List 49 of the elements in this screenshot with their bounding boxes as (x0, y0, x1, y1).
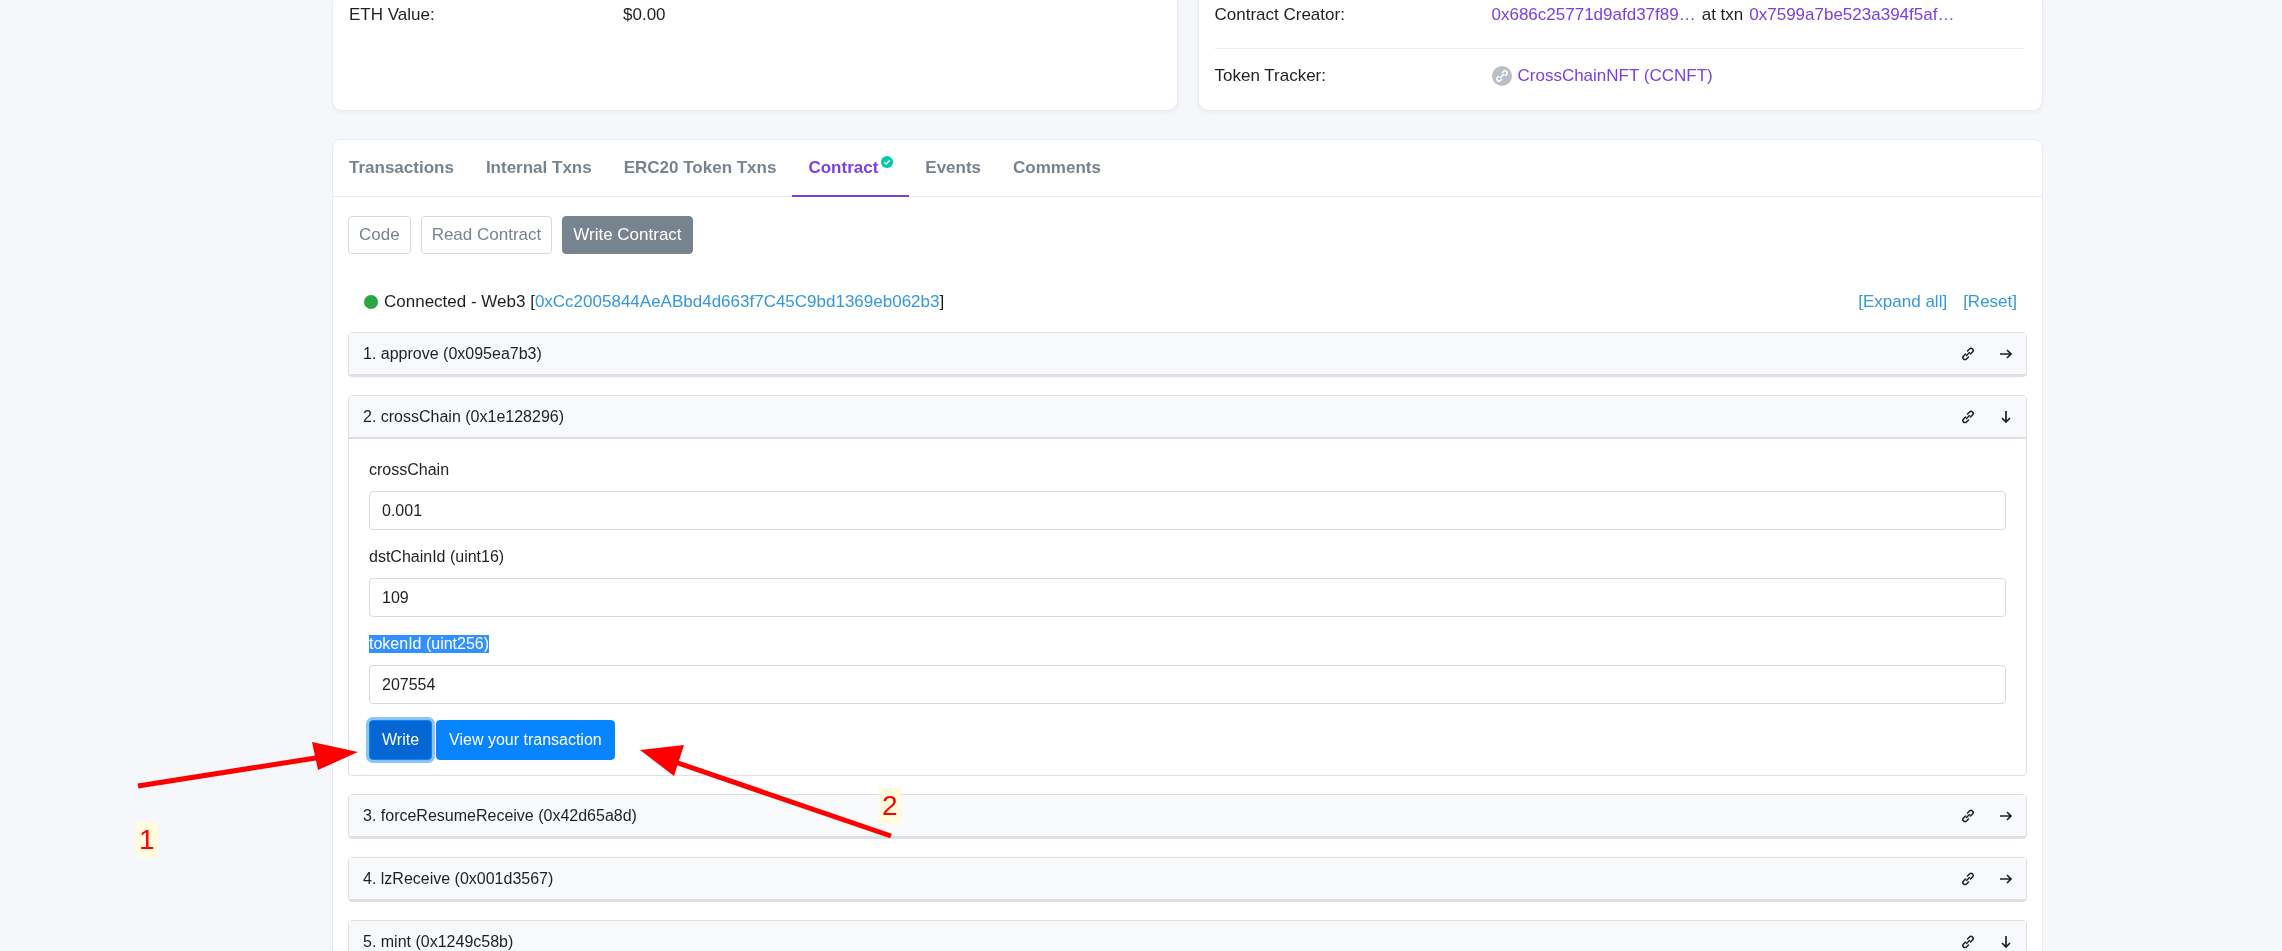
txn-hash-link[interactable]: 0x7599a7be523a394f5af… (1749, 5, 1955, 25)
method-title: 5. mint (0x1249c58b) (363, 932, 514, 951)
sub-tab-button[interactable]: Read Contract (420, 216, 553, 254)
field-label: Contract Creator: (1214, 5, 1346, 25)
arrow-down-icon[interactable] (1998, 408, 2014, 425)
link-icon[interactable] (1960, 408, 1976, 425)
tab[interactable]: Comments (997, 140, 1117, 197)
bracket-text: ] (939, 292, 945, 312)
tab[interactable]: Contract (792, 140, 910, 197)
connection-status: Connected - Web3 [ (384, 292, 535, 312)
arrow-down-icon[interactable] (1998, 933, 2014, 950)
field-value: $0.00 (623, 5, 666, 25)
method-header[interactable]: 2. crossChain (0x1e128296) (349, 396, 2026, 439)
field-label: ETH Value: (349, 5, 436, 25)
field-label: Token Tracker: (1214, 66, 1327, 86)
input-field[interactable]: 109 (369, 578, 2006, 617)
link-icon[interactable] (1960, 807, 1976, 824)
action-button[interactable]: View your transaction (436, 720, 615, 760)
input-label: dstChainId (uint16) (369, 548, 505, 566)
method-title: 2. crossChain (0x1e128296) (363, 407, 564, 426)
expand-all-link[interactable]: [Expand all] (1858, 292, 1948, 312)
method-title: 3. forceResumeReceive (0x42d65a8d) (363, 806, 637, 825)
link-icon[interactable] (1960, 345, 1976, 362)
at-txn-text: at txn (1701, 5, 1744, 25)
wallet-address-link[interactable]: 0xCc2005844AeABbd4d663f7C45C9bd1369eb062b3 (534, 292, 940, 312)
method-header[interactable]: 4. lzReceive (0x001d3567) (349, 858, 2026, 901)
tab[interactable]: Transactions (333, 140, 470, 197)
tab[interactable]: ERC20 Token Txns (607, 140, 793, 197)
input-field[interactable]: 0.001 (369, 491, 2006, 530)
tab[interactable]: Internal Txns (469, 140, 608, 197)
reset-link[interactable]: [Reset] (1963, 292, 2017, 312)
method-header[interactable]: 1. approve (0x095ea7b3) (349, 333, 2026, 376)
token-tracker-link[interactable]: CrossChainNFT (CCNFT) (1517, 66, 1713, 86)
creator-address-link[interactable]: 0x686c25771d9afd37f89… (1491, 5, 1696, 25)
input-label: tokenId (uint256) (369, 635, 490, 653)
input-label: crossChain (369, 461, 450, 479)
method-title: 4. lzReceive (0x001d3567) (363, 869, 554, 888)
method-title: 1. approve (0x095ea7b3) (363, 344, 542, 363)
token-chain-icon (1491, 66, 1512, 86)
link-icon[interactable] (1960, 933, 1976, 950)
annotation-number: 1 (136, 822, 158, 858)
sub-tab-button[interactable]: Write Contract (562, 216, 693, 254)
method-header[interactable]: 5. mint (0x1249c58b) (349, 921, 2026, 951)
tab[interactable]: Events (909, 140, 998, 197)
input-field[interactable]: 207554 (369, 665, 2006, 704)
action-button[interactable]: Write (369, 720, 433, 760)
link-icon[interactable] (1960, 870, 1976, 887)
sub-tab-button[interactable]: Code (348, 216, 411, 254)
annotation-number: 2 (879, 788, 901, 824)
